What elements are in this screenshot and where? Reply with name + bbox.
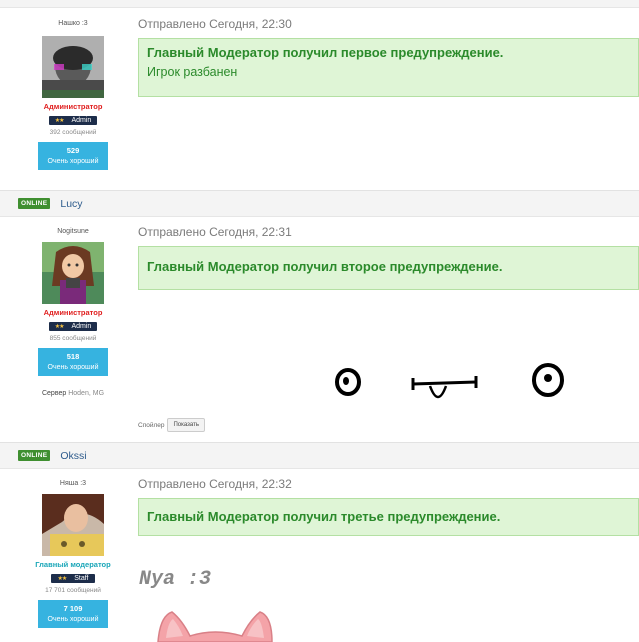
- notice-title: Главный Модератор получил первое предупр…: [147, 45, 504, 60]
- moderator-notice: Главный Модератор получил третье предупр…: [138, 498, 639, 536]
- post-date: Отправлено Сегодня, 22:31: [138, 225, 292, 239]
- user-role: Администратор: [43, 102, 103, 111]
- post-2-body: Отправлено Сегодня, 22:31 Главный Модера…: [138, 225, 639, 290]
- user-title: Нашко :3: [58, 20, 88, 27]
- reputation-box: 529 Очень хороший: [38, 142, 108, 170]
- reputation-label: Очень хороший: [47, 158, 99, 165]
- reputation-box: 7 109 Очень хороший: [38, 600, 108, 628]
- rank-label: Admin: [71, 117, 92, 124]
- rank-label: Admin: [71, 323, 92, 330]
- author-nickname[interactable]: Lucy: [60, 198, 82, 210]
- user-title: Няша :3: [59, 480, 87, 487]
- post-3-author: Няша :3 Главный модератор ★★ Staff 17 701…: [0, 480, 146, 628]
- rank-label: Staff: [74, 575, 89, 582]
- post-date: Отправлено Сегодня, 22:32: [138, 477, 292, 491]
- reputation-value: 518: [66, 352, 80, 361]
- rank-badge: ★★ Admin: [48, 116, 98, 125]
- server-value: Hoden, MG: [68, 390, 105, 397]
- user-role: Администратор: [43, 308, 103, 317]
- rank-badge: ★★ Staff: [51, 574, 95, 583]
- notice-subtext: Игрок разбанен: [147, 65, 238, 79]
- author-nickname[interactable]: Okssi: [60, 450, 86, 462]
- post-1-author: Нашко :3 Администратор ★★ Admin 392 сообщ…: [0, 20, 146, 170]
- moderator-notice: Главный Модератор получил первое предупр…: [138, 38, 639, 97]
- reputation-label: Очень хороший: [47, 616, 99, 623]
- user-title: Nogitsune: [57, 228, 89, 235]
- avatar[interactable]: [42, 494, 104, 556]
- face-image: [318, 346, 588, 420]
- stars-icon: ★★: [57, 576, 67, 582]
- moderator-notice: Главный Модератор получил второе предупр…: [138, 246, 639, 290]
- stars-icon: ★★: [54, 324, 65, 330]
- post-3-body: Отправлено Сегодня, 22:32 Главный Модера…: [138, 477, 639, 536]
- rank-badge: ★★ Admin: [48, 322, 98, 331]
- post-2-header: ONLINE Lucy: [0, 191, 639, 217]
- online-badge: ONLINE: [18, 198, 51, 209]
- message-count: 392 сообщений: [49, 129, 97, 136]
- post-date: Отправлено Сегодня, 22:30: [138, 17, 292, 31]
- spoiler-label: Спойлер: [138, 421, 165, 429]
- nya-image-text: Nya :3: [139, 568, 212, 591]
- message-count: 855 сообщений: [49, 335, 97, 342]
- notice-title: Главный Модератор получил второе предупр…: [147, 259, 503, 274]
- user-role: Главный модератор: [35, 560, 111, 569]
- server-label: Сервер: [41, 390, 67, 397]
- server-info: Сервер Hoden, MG: [0, 390, 146, 397]
- post-1-header: [0, 0, 639, 8]
- avatar[interactable]: [42, 36, 104, 98]
- post-1-body: Отправлено Сегодня, 22:30 Главный Модера…: [138, 17, 639, 97]
- avatar[interactable]: [42, 242, 104, 304]
- online-badge: ONLINE: [18, 450, 51, 461]
- reputation-label: Очень хороший: [47, 364, 99, 371]
- cat-ears-image: [150, 608, 280, 642]
- post-3-header: ONLINE Okssi: [0, 443, 639, 469]
- spoiler-row: Спойлер Показать: [138, 418, 205, 432]
- reputation-box: 518 Очень хороший: [38, 348, 108, 376]
- notice-title: Главный Модератор получил третье предупр…: [147, 509, 501, 524]
- spoiler-show-button[interactable]: Показать: [167, 418, 205, 432]
- stars-icon: ★★: [54, 118, 65, 124]
- reputation-value: 7 109: [63, 604, 83, 613]
- reputation-value: 529: [66, 146, 80, 155]
- message-count: 17 701 сообщений: [45, 587, 101, 594]
- post-2-author: Nogitsune Администратор ★★ Admin 855 сооб…: [0, 228, 146, 397]
